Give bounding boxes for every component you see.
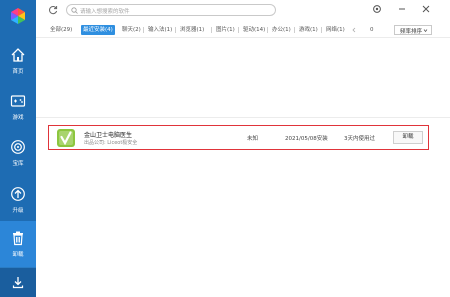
sidebar-item-label: 卸载: [12, 252, 24, 258]
tab-game[interactable]: 游戏(1): [299, 25, 318, 35]
settings-icon[interactable]: [372, 4, 382, 14]
tab-divider: [175, 27, 176, 33]
tab-browser[interactable]: 浏览器(1): [180, 25, 204, 35]
tab-divider: [238, 27, 239, 33]
sidebar-item-label: 宝库: [12, 161, 24, 167]
tab-divider: [143, 27, 144, 33]
chevron-left-icon[interactable]: [351, 27, 357, 33]
trash-icon: [13, 231, 23, 246]
search-input[interactable]: 请输入想搜索的软件: [80, 7, 130, 15]
tab-recent[interactable]: 最近安装(4): [81, 25, 115, 35]
close-icon[interactable]: [421, 4, 431, 14]
tab-input[interactable]: 输入法(1): [148, 25, 172, 35]
kingsoft-doctor-icon: [57, 129, 75, 147]
app-window: 首页 游戏 宝库 升级 卸载 请输入想搜索的软件 全部(29) 最近安装(4) …: [0, 0, 450, 297]
refresh-icon[interactable]: [48, 5, 58, 15]
tab-network[interactable]: 网络(1): [326, 25, 345, 35]
tab-divider: [321, 27, 322, 33]
tab-divider: [211, 27, 212, 33]
gamepad-icon: [10, 95, 26, 107]
treasure-icon: [11, 140, 25, 154]
last-used: 3天内使用过: [344, 136, 375, 142]
tab-image[interactable]: 图片(1): [216, 25, 235, 35]
tab-driver[interactable]: 驱动(14): [243, 25, 265, 35]
sidebar-item-upgrade[interactable]: 升级: [0, 180, 36, 222]
home-icon: [11, 48, 25, 62]
sidebar: 首页 游戏 宝库 升级 卸载: [0, 0, 36, 297]
list-divider: [36, 117, 450, 118]
install-date: 2021/05/08安装: [285, 136, 328, 142]
sidebar-item-treasure[interactable]: 宝库: [0, 133, 36, 175]
uninstall-button[interactable]: 卸载: [393, 131, 423, 144]
sidebar-item-label: 游戏: [12, 115, 24, 121]
tab-all[interactable]: 全部(29): [50, 25, 72, 35]
sidebar-item-label: 升级: [12, 208, 24, 214]
tab-office[interactable]: 办公(1): [272, 25, 291, 35]
sidebar-item-uninstall[interactable]: 卸载: [0, 221, 36, 267]
sidebar-item-label: 首页: [12, 69, 24, 75]
app-publisher: 出品公司: Liceot极安全: [84, 140, 138, 146]
tab-divider: [267, 27, 268, 33]
sort-dropdown[interactable]: 频率排序: [394, 25, 432, 35]
search-icon: [71, 7, 78, 14]
sidebar-item-home[interactable]: 首页: [0, 41, 36, 83]
app-name: 金山卫士电脑医生: [84, 132, 133, 139]
download-icon: [12, 277, 24, 289]
tab-overflow-count[interactable]: 0: [370, 25, 374, 35]
app-logo-icon: [11, 8, 25, 24]
tab-divider: [294, 27, 295, 33]
upgrade-icon: [11, 187, 25, 201]
tab-chat[interactable]: 聊天(2): [122, 25, 141, 35]
minimize-icon[interactable]: [397, 4, 407, 14]
chevron-down-icon: [423, 29, 428, 33]
app-size: 未知: [247, 136, 259, 142]
category-tabs: 全部(29) 最近安装(4) 聊天(2) 输入法(1) 浏览器(1) 图片(1)…: [36, 22, 450, 38]
sort-label: 频率排序: [400, 29, 423, 35]
sidebar-item-games[interactable]: 游戏: [0, 87, 36, 129]
download-manager-button[interactable]: [0, 267, 36, 297]
top-bar: 请输入想搜索的软件: [36, 0, 450, 20]
list-item[interactable]: 金山卫士电脑医生 出品公司: Liceot极安全 未知 2021/05/08安装…: [48, 125, 429, 150]
search-box[interactable]: 请输入想搜索的软件: [66, 4, 276, 16]
